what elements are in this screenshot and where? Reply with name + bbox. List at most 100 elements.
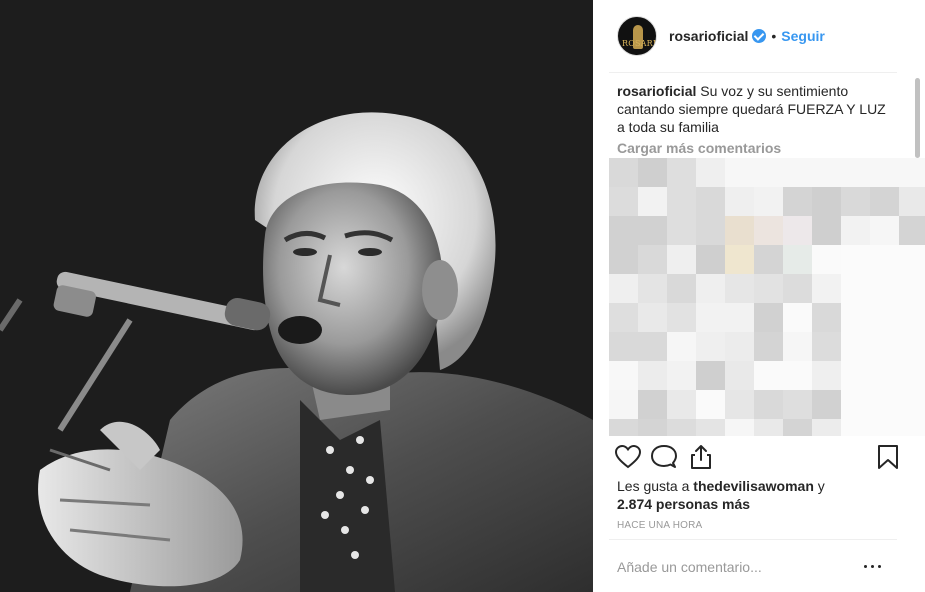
likes-prefix: Les gusta a bbox=[617, 478, 690, 494]
more-options-button[interactable] bbox=[863, 556, 883, 576]
mosaic-tile bbox=[609, 332, 639, 362]
mosaic-tile bbox=[725, 187, 755, 217]
mosaic-tile bbox=[638, 303, 668, 333]
mosaic-tile bbox=[754, 419, 784, 436]
mosaic-tile bbox=[609, 274, 639, 304]
mosaic-tile bbox=[783, 332, 813, 362]
mosaic-tile bbox=[725, 303, 755, 333]
mosaic-tile bbox=[899, 332, 925, 362]
liker-username[interactable]: thedevilisawoman bbox=[693, 478, 814, 494]
mosaic-tile bbox=[870, 303, 900, 333]
header-separator: • bbox=[771, 28, 777, 44]
mosaic-tile bbox=[609, 187, 639, 217]
header-divider bbox=[609, 72, 897, 73]
follow-button[interactable]: Seguir bbox=[781, 28, 825, 44]
share-icon bbox=[691, 445, 711, 469]
mosaic-tile bbox=[609, 361, 639, 391]
more-options-icon bbox=[864, 565, 867, 568]
comment-divider bbox=[609, 539, 897, 540]
mosaic-tile bbox=[870, 419, 900, 436]
mosaic-tile bbox=[609, 158, 639, 188]
heart-icon bbox=[614, 444, 642, 469]
mosaic-tile bbox=[870, 332, 900, 362]
mosaic-tile bbox=[812, 303, 842, 333]
mosaic-tile bbox=[754, 332, 784, 362]
avatar[interactable]: ROSARIO bbox=[617, 16, 657, 56]
mosaic-tile bbox=[754, 303, 784, 333]
mosaic-tile bbox=[783, 361, 813, 391]
mosaic-tile bbox=[841, 332, 871, 362]
share-button[interactable] bbox=[686, 442, 716, 472]
mosaic-tile bbox=[609, 303, 639, 333]
mosaic-tile bbox=[783, 216, 813, 246]
avatar-logo-text: ROSARIO bbox=[622, 39, 657, 48]
post-header: ROSARIO rosarioficial • Seguir bbox=[593, 0, 925, 72]
add-comment-input[interactable]: Añade un comentario... bbox=[617, 559, 762, 575]
mosaic-tile bbox=[870, 158, 900, 188]
likes-summary: Les gusta a thedevilisawoman y 2.874 per… bbox=[617, 477, 897, 513]
mosaic-tile bbox=[899, 390, 925, 420]
comments-scrollbar[interactable] bbox=[915, 78, 920, 158]
like-button[interactable] bbox=[613, 442, 643, 472]
mosaic-tile bbox=[812, 332, 842, 362]
mosaic-tile bbox=[812, 158, 842, 188]
mosaic-tile bbox=[870, 361, 900, 391]
mosaic-tile bbox=[667, 158, 697, 188]
mosaic-tile bbox=[841, 158, 871, 188]
mosaic-tile bbox=[754, 274, 784, 304]
mosaic-tile bbox=[870, 274, 900, 304]
mosaic-tile bbox=[754, 216, 784, 246]
mosaic-tile bbox=[696, 419, 726, 436]
mosaic-tile bbox=[638, 274, 668, 304]
save-button[interactable] bbox=[873, 442, 903, 472]
post-side-panel: ROSARIO rosarioficial • Seguir rosariofi… bbox=[593, 0, 925, 592]
caption-author[interactable]: rosarioficial bbox=[617, 83, 696, 99]
load-more-comments-button[interactable]: Cargar más comentarios bbox=[617, 139, 887, 157]
mosaic-tile bbox=[899, 419, 925, 436]
mosaic-tile bbox=[812, 419, 842, 436]
mosaic-tile bbox=[696, 274, 726, 304]
mosaic-tile bbox=[667, 187, 697, 217]
mosaic-tile bbox=[870, 216, 900, 246]
mosaic-tile bbox=[783, 419, 813, 436]
verified-badge-icon bbox=[752, 29, 767, 43]
mosaic-tile bbox=[696, 158, 726, 188]
likes-count-link[interactable]: 2.874 personas más bbox=[617, 496, 750, 512]
mosaic-tile bbox=[783, 390, 813, 420]
mosaic-tile bbox=[696, 245, 726, 275]
mosaic-tile bbox=[841, 361, 871, 391]
mosaic-tile bbox=[696, 332, 726, 362]
bookmark-icon bbox=[878, 445, 898, 469]
mosaic-tile bbox=[841, 274, 871, 304]
mosaic-tile bbox=[783, 187, 813, 217]
comment-button[interactable] bbox=[649, 442, 679, 472]
comment-icon bbox=[651, 445, 677, 468]
post-timestamp[interactable]: HACE UNA HORA bbox=[617, 520, 702, 531]
mosaic-tile bbox=[899, 158, 925, 188]
mosaic-tile bbox=[754, 245, 784, 275]
action-bar bbox=[593, 440, 925, 480]
mosaic-tile bbox=[667, 245, 697, 275]
mosaic-tile bbox=[667, 216, 697, 246]
mosaic-tile bbox=[754, 187, 784, 217]
mosaic-tile bbox=[812, 187, 842, 217]
mosaic-tile bbox=[870, 245, 900, 275]
post-photo[interactable] bbox=[0, 0, 593, 592]
mosaic-tile bbox=[638, 332, 668, 362]
mosaic-tile bbox=[667, 274, 697, 304]
mosaic-tile bbox=[899, 216, 925, 246]
mosaic-tile bbox=[696, 303, 726, 333]
author-username[interactable]: rosarioficial bbox=[669, 28, 748, 44]
mosaic-tile bbox=[696, 187, 726, 217]
mosaic-tile bbox=[609, 216, 639, 246]
mosaic-tile bbox=[696, 216, 726, 246]
singer-photo-illustration bbox=[0, 0, 593, 592]
mosaic-tile bbox=[609, 390, 639, 420]
pixelated-comments-area bbox=[609, 158, 925, 436]
mosaic-tile bbox=[783, 274, 813, 304]
mosaic-tile bbox=[667, 303, 697, 333]
mosaic-tile bbox=[899, 303, 925, 333]
mosaic-tile bbox=[754, 361, 784, 391]
mosaic-tile bbox=[783, 245, 813, 275]
comments-section: rosarioficial Su voz y su sentimiento ca… bbox=[617, 82, 887, 157]
